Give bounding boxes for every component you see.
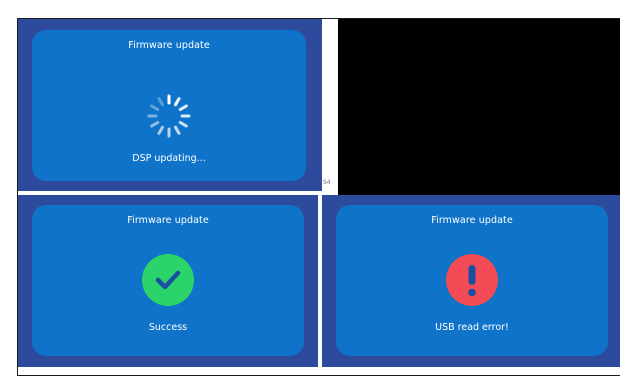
screens-frame: Firmware update DSP updating... S4 Firmw… <box>17 18 620 376</box>
checkmark-icon <box>142 254 194 306</box>
firmware-update-panel: Firmware update Success <box>32 205 304 356</box>
spinner-icon <box>147 94 191 138</box>
screen-updating: Firmware update DSP updating... <box>18 19 322 191</box>
empty-screen-area <box>338 19 620 195</box>
panel-status: DSP updating... <box>132 153 206 164</box>
exclamation-icon <box>446 254 498 306</box>
panel-status: USB read error! <box>435 322 509 333</box>
corner-label: S4 <box>323 179 331 186</box>
firmware-update-panel: Firmware update USB read error! <box>336 205 608 356</box>
panel-title: Firmware update <box>431 215 513 226</box>
panel-title: Firmware update <box>128 40 210 51</box>
panel-title: Firmware update <box>127 215 209 226</box>
screen-success: Firmware update Success <box>18 195 318 367</box>
panel-status: Success <box>148 322 188 333</box>
firmware-update-panel: Firmware update DSP updating... <box>32 30 306 181</box>
screen-error: Firmware update USB read error! <box>322 195 620 367</box>
